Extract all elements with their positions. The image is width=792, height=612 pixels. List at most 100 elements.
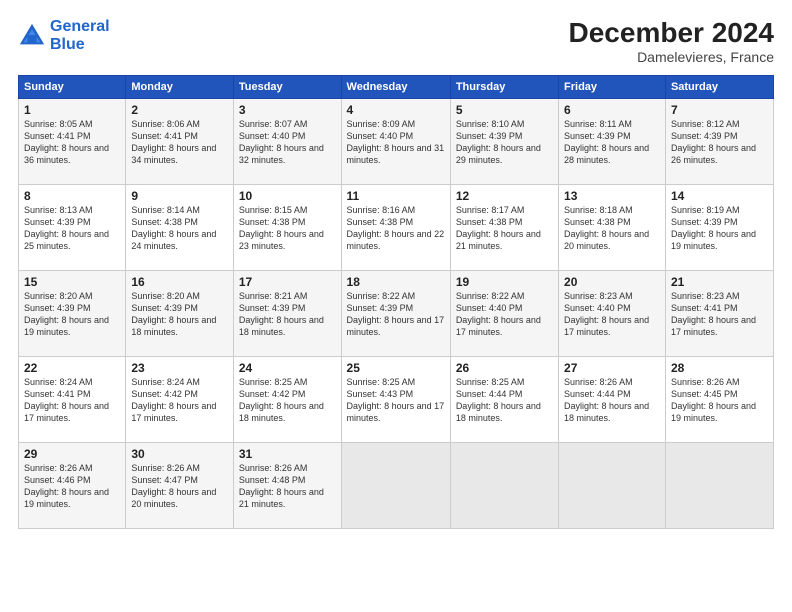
day-number: 19: [456, 275, 553, 289]
day-number: 12: [456, 189, 553, 203]
calendar-cell: [450, 442, 558, 528]
calendar-cell: 11 Sunrise: 8:16 AM Sunset: 4:38 PM Dayl…: [341, 184, 450, 270]
calendar-cell: 10 Sunrise: 8:15 AM Sunset: 4:38 PM Dayl…: [233, 184, 341, 270]
calendar-cell: 9 Sunrise: 8:14 AM Sunset: 4:38 PM Dayli…: [126, 184, 234, 270]
day-detail: Sunrise: 8:10 AM Sunset: 4:39 PM Dayligh…: [456, 118, 553, 167]
day-detail: Sunrise: 8:25 AM Sunset: 4:42 PM Dayligh…: [239, 376, 336, 425]
day-detail: Sunrise: 8:25 AM Sunset: 4:44 PM Dayligh…: [456, 376, 553, 425]
day-number: 30: [131, 447, 228, 461]
logo-text: General Blue: [50, 18, 110, 53]
day-number: 1: [24, 103, 120, 117]
day-detail: Sunrise: 8:06 AM Sunset: 4:41 PM Dayligh…: [131, 118, 228, 167]
day-number: 24: [239, 361, 336, 375]
calendar-cell: 22 Sunrise: 8:24 AM Sunset: 4:41 PM Dayl…: [19, 356, 126, 442]
logo: General Blue: [18, 18, 110, 53]
day-detail: Sunrise: 8:26 AM Sunset: 4:46 PM Dayligh…: [24, 462, 120, 511]
day-header-monday: Monday: [126, 75, 234, 98]
day-number: 8: [24, 189, 120, 203]
day-detail: Sunrise: 8:26 AM Sunset: 4:47 PM Dayligh…: [131, 462, 228, 511]
day-number: 14: [671, 189, 768, 203]
day-number: 31: [239, 447, 336, 461]
calendar-cell: 17 Sunrise: 8:21 AM Sunset: 4:39 PM Dayl…: [233, 270, 341, 356]
calendar-cell: [559, 442, 666, 528]
day-detail: Sunrise: 8:17 AM Sunset: 4:38 PM Dayligh…: [456, 204, 553, 253]
day-number: 16: [131, 275, 228, 289]
day-number: 26: [456, 361, 553, 375]
calendar-week-row: 15 Sunrise: 8:20 AM Sunset: 4:39 PM Dayl…: [19, 270, 774, 356]
subtitle: Damelevieres, France: [569, 49, 774, 65]
day-number: 4: [347, 103, 445, 117]
calendar-cell: 25 Sunrise: 8:25 AM Sunset: 4:43 PM Dayl…: [341, 356, 450, 442]
day-header-saturday: Saturday: [665, 75, 773, 98]
day-detail: Sunrise: 8:24 AM Sunset: 4:42 PM Dayligh…: [131, 376, 228, 425]
day-number: 3: [239, 103, 336, 117]
calendar-cell: [341, 442, 450, 528]
day-detail: Sunrise: 8:23 AM Sunset: 4:40 PM Dayligh…: [564, 290, 660, 339]
calendar-cell: 8 Sunrise: 8:13 AM Sunset: 4:39 PM Dayli…: [19, 184, 126, 270]
day-number: 15: [24, 275, 120, 289]
main-title: December 2024: [569, 18, 774, 49]
day-number: 22: [24, 361, 120, 375]
calendar-week-row: 29 Sunrise: 8:26 AM Sunset: 4:46 PM Dayl…: [19, 442, 774, 528]
day-number: 21: [671, 275, 768, 289]
day-detail: Sunrise: 8:22 AM Sunset: 4:40 PM Dayligh…: [456, 290, 553, 339]
calendar-cell: 21 Sunrise: 8:23 AM Sunset: 4:41 PM Dayl…: [665, 270, 773, 356]
day-detail: Sunrise: 8:21 AM Sunset: 4:39 PM Dayligh…: [239, 290, 336, 339]
day-detail: Sunrise: 8:15 AM Sunset: 4:38 PM Dayligh…: [239, 204, 336, 253]
day-detail: Sunrise: 8:05 AM Sunset: 4:41 PM Dayligh…: [24, 118, 120, 167]
logo-icon: [18, 22, 46, 50]
calendar-cell: 12 Sunrise: 8:17 AM Sunset: 4:38 PM Dayl…: [450, 184, 558, 270]
day-detail: Sunrise: 8:12 AM Sunset: 4:39 PM Dayligh…: [671, 118, 768, 167]
page: General Blue December 2024 Damelevieres,…: [0, 0, 792, 612]
day-header-thursday: Thursday: [450, 75, 558, 98]
day-detail: Sunrise: 8:13 AM Sunset: 4:39 PM Dayligh…: [24, 204, 120, 253]
calendar-cell: 3 Sunrise: 8:07 AM Sunset: 4:40 PM Dayli…: [233, 98, 341, 184]
calendar-cell: 15 Sunrise: 8:20 AM Sunset: 4:39 PM Dayl…: [19, 270, 126, 356]
day-number: 29: [24, 447, 120, 461]
day-number: 23: [131, 361, 228, 375]
calendar-week-row: 22 Sunrise: 8:24 AM Sunset: 4:41 PM Dayl…: [19, 356, 774, 442]
day-number: 11: [347, 189, 445, 203]
day-detail: Sunrise: 8:24 AM Sunset: 4:41 PM Dayligh…: [24, 376, 120, 425]
calendar-cell: 20 Sunrise: 8:23 AM Sunset: 4:40 PM Dayl…: [559, 270, 666, 356]
day-number: 18: [347, 275, 445, 289]
day-detail: Sunrise: 8:16 AM Sunset: 4:38 PM Dayligh…: [347, 204, 445, 253]
day-number: 13: [564, 189, 660, 203]
calendar-cell: 29 Sunrise: 8:26 AM Sunset: 4:46 PM Dayl…: [19, 442, 126, 528]
day-detail: Sunrise: 8:19 AM Sunset: 4:39 PM Dayligh…: [671, 204, 768, 253]
day-detail: Sunrise: 8:07 AM Sunset: 4:40 PM Dayligh…: [239, 118, 336, 167]
day-detail: Sunrise: 8:14 AM Sunset: 4:38 PM Dayligh…: [131, 204, 228, 253]
day-detail: Sunrise: 8:20 AM Sunset: 4:39 PM Dayligh…: [131, 290, 228, 339]
calendar-cell: 4 Sunrise: 8:09 AM Sunset: 4:40 PM Dayli…: [341, 98, 450, 184]
title-block: December 2024 Damelevieres, France: [569, 18, 774, 65]
calendar-cell: 26 Sunrise: 8:25 AM Sunset: 4:44 PM Dayl…: [450, 356, 558, 442]
calendar-cell: 6 Sunrise: 8:11 AM Sunset: 4:39 PM Dayli…: [559, 98, 666, 184]
day-number: 28: [671, 361, 768, 375]
calendar-cell: 18 Sunrise: 8:22 AM Sunset: 4:39 PM Dayl…: [341, 270, 450, 356]
day-header-friday: Friday: [559, 75, 666, 98]
day-detail: Sunrise: 8:22 AM Sunset: 4:39 PM Dayligh…: [347, 290, 445, 339]
calendar-week-row: 8 Sunrise: 8:13 AM Sunset: 4:39 PM Dayli…: [19, 184, 774, 270]
day-number: 20: [564, 275, 660, 289]
calendar-cell: [665, 442, 773, 528]
calendar-cell: 14 Sunrise: 8:19 AM Sunset: 4:39 PM Dayl…: [665, 184, 773, 270]
calendar-cell: 28 Sunrise: 8:26 AM Sunset: 4:45 PM Dayl…: [665, 356, 773, 442]
calendar-table: SundayMondayTuesdayWednesdayThursdayFrid…: [18, 75, 774, 529]
day-number: 25: [347, 361, 445, 375]
calendar-cell: 23 Sunrise: 8:24 AM Sunset: 4:42 PM Dayl…: [126, 356, 234, 442]
day-detail: Sunrise: 8:26 AM Sunset: 4:44 PM Dayligh…: [564, 376, 660, 425]
day-detail: Sunrise: 8:18 AM Sunset: 4:38 PM Dayligh…: [564, 204, 660, 253]
day-detail: Sunrise: 8:11 AM Sunset: 4:39 PM Dayligh…: [564, 118, 660, 167]
calendar-cell: 7 Sunrise: 8:12 AM Sunset: 4:39 PM Dayli…: [665, 98, 773, 184]
day-detail: Sunrise: 8:23 AM Sunset: 4:41 PM Dayligh…: [671, 290, 768, 339]
calendar-cell: 16 Sunrise: 8:20 AM Sunset: 4:39 PM Dayl…: [126, 270, 234, 356]
day-detail: Sunrise: 8:26 AM Sunset: 4:45 PM Dayligh…: [671, 376, 768, 425]
calendar-header-row: SundayMondayTuesdayWednesdayThursdayFrid…: [19, 75, 774, 98]
calendar-cell: 13 Sunrise: 8:18 AM Sunset: 4:38 PM Dayl…: [559, 184, 666, 270]
day-number: 17: [239, 275, 336, 289]
day-header-tuesday: Tuesday: [233, 75, 341, 98]
calendar-cell: 31 Sunrise: 8:26 AM Sunset: 4:48 PM Dayl…: [233, 442, 341, 528]
calendar-cell: 5 Sunrise: 8:10 AM Sunset: 4:39 PM Dayli…: [450, 98, 558, 184]
calendar-cell: 30 Sunrise: 8:26 AM Sunset: 4:47 PM Dayl…: [126, 442, 234, 528]
day-number: 9: [131, 189, 228, 203]
